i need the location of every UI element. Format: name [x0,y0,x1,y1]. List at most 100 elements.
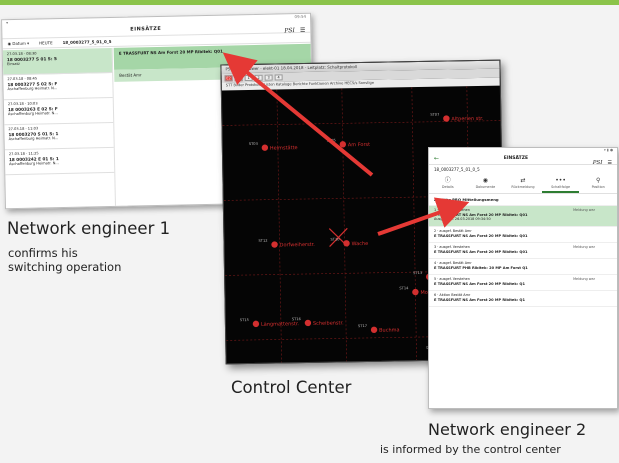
row-index: 6 [434,293,437,297]
station-label: Altperlen str. [451,116,484,123]
row-note: Meldung war [573,208,595,212]
sequence-row[interactable]: 3 · ausgef. Verstehen Meldung war E TRAS… [429,243,617,259]
sequence-row[interactable]: 1 · ausgef. Verstehen Meldung war E TRAS… [429,206,617,227]
sequence-row[interactable]: 5 · ausgef. Verstehen Meldung war E TRAS… [429,275,617,291]
toolbar-button[interactable]: E2 [224,74,233,81]
list-item[interactable]: 27.03.18 · 10:03 18 0003263 E 02 S: F As… [3,97,114,126]
row-state: ausgef. Verstehen [439,277,470,281]
list-item[interactable]: 27.03.18 · 08:30 18 0003277 S 01 S: 5 Ei… [2,47,113,76]
item-date: 27.03.18 · 11:03 [8,126,39,132]
wifi-icon: ▾ [6,20,9,26]
station-marker[interactable] [443,115,450,122]
row-index: 5 [434,277,437,281]
row-text: E TRASSFURT NS Am Forst 20 MP Ribitek: Q… [434,297,525,302]
row-state: Aktion Bestät Amr [439,293,471,297]
row-text: E TRASSFURT PHB Ribitek: 20 MP Am Forst … [434,265,528,270]
document-icon: ◉ [482,177,489,184]
station-code: ST03 [249,142,258,146]
control-center-caption: Control Center [231,378,352,397]
engineer1-subcaption-line: confirms his [8,246,78,260]
station-marker[interactable] [412,288,419,296]
station-label: Dorfweiherstr. [280,242,316,249]
job-id: 18_0003277_5_01_0_5 [434,167,480,172]
menu-icon[interactable]: ☰ [608,160,612,166]
list-item[interactable]: 27.03.18 · 08:45 18 0003277 S 02 S: F As… [3,72,113,101]
accent-bar [0,0,619,5]
station-label: Am Forst [348,142,370,148]
station-marker[interactable] [304,319,312,327]
tab-documents[interactable]: ◉ Dokumente [467,174,505,193]
station-code: ST05 [327,138,336,142]
sequence-row[interactable]: 2 · ausgef. Bestät Amr E TRASSFURT NS Am… [429,227,617,243]
item-title: 18 0003277 S 01 S: 5 [6,56,57,63]
item-sub: Aschaffenburg Heimatr. N... [7,86,58,92]
tab-label: Dokumente [475,185,496,189]
menu-icon[interactable]: ☰ [300,26,306,33]
tab-label: Position [591,185,605,189]
row-index: 3 [434,245,437,249]
row-text: E TRASSFURT NS Am Forst 20 MP Ribitek: Q… [434,212,528,217]
engineer2-caption: Network engineer 2 [428,420,587,439]
station-label: Heimstätte [270,145,298,151]
tab-position[interactable]: ⚲ Position [579,174,617,193]
header-id: 18_0003277_5_01_0_5 [62,38,112,45]
station-code: ST14 [399,286,409,290]
station-marker[interactable] [339,141,347,148]
date-filter[interactable]: ◉ Datum ▾ [8,41,30,46]
tab-label: Rückmeldung [511,185,535,189]
station-marker[interactable] [271,241,278,248]
item-date: 27.03.18 · 10:03 [7,101,38,107]
tab-sequence[interactable]: ••• Schaltfolge [541,174,580,193]
station-marker[interactable] [261,144,269,151]
job-list: 27.03.18 · 08:30 18 0003277 S 01 S: 5 Ei… [2,47,116,209]
engineer1-subcaption: confirms his switching operation [8,246,188,274]
app-title: EINSÄTZE [130,25,162,33]
row-index: 2 [434,229,437,233]
date-filter-label: Datum [12,40,26,47]
engineer2-tablet: ▾ ▮ ● ← EINSÄTZE PSI ☰ 18_0003277_5_01_0… [428,147,618,409]
station-marker[interactable] [370,326,378,334]
station-code: ST12 [258,239,267,243]
station-label: Wache [352,241,369,247]
station-marker[interactable] [252,320,260,328]
row-state: ausgef. Bestät Amr [439,261,472,265]
item-date: 27.03.18 · 08:30 [6,51,37,57]
toolbar-button[interactable]: 4 [274,73,283,81]
sequence-row[interactable]: 6 · Aktion Bestät Amr E TRASSFURT NS Am … [429,291,617,307]
station-code: ST15 [240,318,249,322]
toolbar-button[interactable]: 1 [244,74,253,81]
station-code: ST16 [292,317,302,321]
station-code: ST13 [413,271,422,275]
item-sub: Aschaffenburg Heimatr. N... [7,111,58,117]
row-note: Meldung war [573,245,595,249]
app-bar: ← EINSÄTZE PSI ☰ [429,153,617,166]
row-text: E TRASSFURT NS Am Forst 20 MP Ribitek: Q… [434,281,525,286]
row-extra: Ausgeführt: 26.03.2018 09:34:50 [434,217,491,221]
tab-details[interactable]: ⓘ Details [429,174,467,193]
station-code: ST17 [358,324,367,328]
list-item[interactable]: 27.03.18 · 11:03 18 0003270 S 01 S: 1 As… [4,122,114,151]
calendar-icon: ◉ [7,41,12,47]
row-index: 1 [434,208,437,212]
app-title: EINSÄTZE [503,156,529,161]
brand-logo: PSI [592,160,603,166]
sequence-row[interactable]: 4 · ausgef. Bestät Amr E TRASSFURT PHB R… [429,259,617,275]
detail-tabs: ⓘ Details ◉ Dokumente ⇄ Rückmeldung ••• Scha… [429,174,617,194]
station-label: Scheibenstr. [313,320,344,327]
more-icon: ••• [555,177,566,184]
item-sub: Einsatz [6,61,20,67]
today-button[interactable]: HEUTE [39,40,53,45]
back-arrow-icon[interactable]: ← [434,155,439,162]
toolbar-button[interactable]: SK [234,74,243,81]
station-code: ST10 [330,237,340,241]
toolbar-button[interactable]: 3 [264,74,273,81]
station-label: Längmattenstr. [261,321,300,328]
tab-feedback[interactable]: ⇄ Rückmeldung [504,174,542,193]
row-index: 4 [434,261,437,265]
toolbar-button[interactable]: 2 [254,74,263,81]
engineer1-caption: Network engineer 1 [7,219,171,238]
row-state: ausgef. Verstehen [439,245,470,249]
row-state: ausgef. Bestät Amr [439,229,472,233]
list-item[interactable]: 27.03.18 · 11:25 18 0003242 E 01 S: 1 As… [4,147,115,176]
row-text: E TRASSFURT NS Am Forst 20 MP Ribitek: Q… [434,233,528,238]
